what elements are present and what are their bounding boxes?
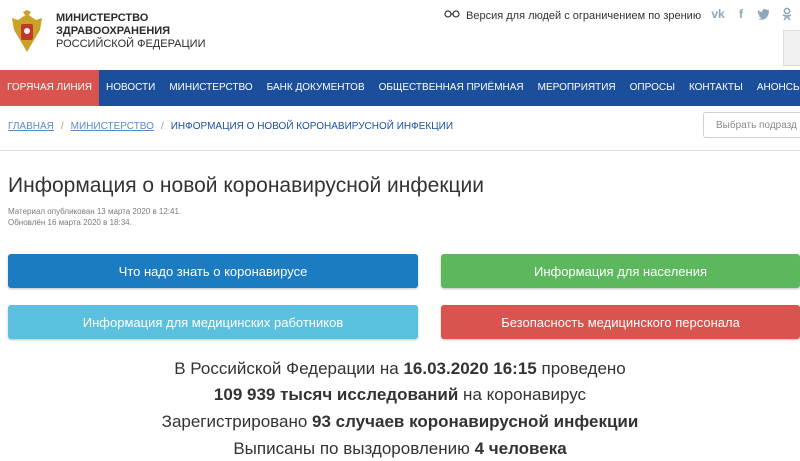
social-links: vk f xyxy=(710,6,795,22)
breadcrumb-ministry[interactable]: МИНИСТЕРСТВО xyxy=(71,121,154,132)
stats-text: В Российской Федерации на xyxy=(174,359,404,378)
breadcrumb: ГЛАВНАЯ / МИНИСТЕРСТВО / ИНФОРМАЦИЯ О НО… xyxy=(8,121,453,132)
nav-item-events[interactable]: МЕРОПРИЯТИЯ xyxy=(531,70,623,106)
nav-item-hotline[interactable]: ГОРЯЧАЯ ЛИНИЯ xyxy=(0,70,100,106)
nav-item-documents[interactable]: БАНК ДОКУМЕНТОВ xyxy=(260,70,372,106)
ministry-line-3: РОССИЙСКОЙ ФЕДЕРАЦИИ xyxy=(56,38,206,50)
population-info-button[interactable]: Информация для населения xyxy=(441,254,800,288)
page-title: Информация о новой коронавирусной инфекц… xyxy=(8,174,484,197)
stats-text: Выписаны по выздоровлению xyxy=(233,439,475,458)
stats-line-tests-date: В Российской Федерации на 16.03.2020 16:… xyxy=(0,359,800,379)
publication-meta: Материал опубликован 13 марта 2020 в 12:… xyxy=(8,206,181,228)
divider xyxy=(0,150,800,151)
facebook-icon[interactable]: f xyxy=(733,6,749,22)
stats-cases-count: 93 случаев коронавирусной инфекции xyxy=(312,412,639,431)
vk-icon[interactable]: vk xyxy=(710,6,726,22)
accessibility-link[interactable]: Версия для людей с ограничением по зрени… xyxy=(444,9,701,22)
stats-text: Зарегистрировано xyxy=(161,412,313,431)
breadcrumb-home[interactable]: ГЛАВНАЯ xyxy=(8,121,54,132)
nav-item-news[interactable]: НОВОСТИ xyxy=(99,70,162,106)
nav-item-ministry[interactable]: МИНИСТЕРСТВО xyxy=(162,70,259,106)
breadcrumb-current: ИНФОРМАЦИЯ О НОВОЙ КОРОНАВИРУСНОЙ ИНФЕКЦ… xyxy=(170,121,454,132)
published-date: Материал опубликован 13 марта 2020 в 12:… xyxy=(8,207,182,216)
breadcrumb-separator: / xyxy=(160,121,164,132)
what-to-know-button[interactable]: Что надо знать о коронавирусе xyxy=(8,254,418,288)
ministry-name[interactable]: МИНИСТЕРСТВО ЗДРАВООХРАНЕНИЯ РОССИЙСКОЙ … xyxy=(56,12,205,51)
stats-line-cases: Зарегистрировано 93 случаев коронавирусн… xyxy=(0,412,800,432)
coat-of-arms-logo[interactable] xyxy=(8,10,46,56)
glasses-icon xyxy=(444,9,460,22)
medical-workers-info-button[interactable]: Информация для медицинских работников xyxy=(8,305,418,339)
ministry-line-2: ЗДРАВООХРАНЕНИЯ xyxy=(56,25,171,37)
search-input[interactable] xyxy=(783,30,800,66)
stats-line-tests: 109 939 тысяч исследований на коронавиру… xyxy=(0,385,800,405)
twitter-icon[interactable] xyxy=(756,6,772,22)
stats-line-recovered: Выписаны по выздоровлению 4 человека xyxy=(0,439,800,459)
breadcrumb-separator: / xyxy=(60,121,64,132)
accessibility-label: Версия для людей с ограничением по зрени… xyxy=(466,9,702,22)
stats-date: 16.03.2020 16:15 xyxy=(403,359,537,378)
nav-item-announcements[interactable]: АНОНСЫ xyxy=(750,70,800,106)
site-header: МИНИСТЕРСТВО ЗДРАВООХРАНЕНИЯ РОССИЙСКОЙ … xyxy=(0,0,800,70)
stats-text: на коронавирус xyxy=(458,385,587,404)
subsection-select[interactable]: Выбрать подразд xyxy=(703,112,800,138)
odnoklassniki-icon[interactable] xyxy=(779,6,795,22)
main-nav: ГОРЯЧАЯ ЛИНИЯ НОВОСТИ МИНИСТЕРСТВО БАНК … xyxy=(0,70,800,106)
staff-safety-button[interactable]: Безопасность медицинского персонала xyxy=(441,305,800,339)
stats-tests-count: 109 939 тысяч исследований xyxy=(213,385,459,404)
updated-date: Обновлён 16 марта 2020 в 18:34. xyxy=(8,218,132,227)
nav-item-reception[interactable]: ОБЩЕСТВЕННАЯ ПРИЁМНАЯ xyxy=(372,70,531,106)
nav-item-polls[interactable]: ОПРОСЫ xyxy=(623,70,682,106)
nav-item-contacts[interactable]: КОНТАКТЫ xyxy=(682,70,750,106)
stats-text: проведено xyxy=(536,359,626,378)
ministry-line-1: МИНИСТЕРСТВО xyxy=(56,12,149,24)
stats-recovered-count: 4 человека xyxy=(474,439,567,458)
